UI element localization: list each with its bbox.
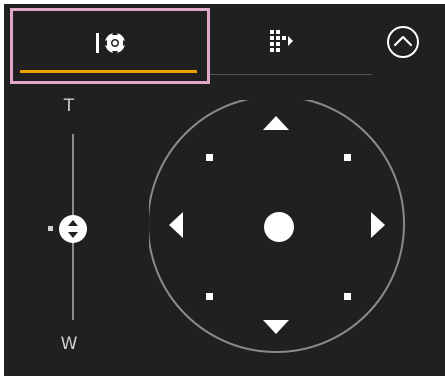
- center-dot-icon[interactable]: [264, 212, 294, 242]
- down-right-icon[interactable]: [344, 293, 351, 300]
- zoom-tele-label: T: [63, 96, 75, 116]
- down-left-icon[interactable]: [206, 293, 213, 300]
- zoom-slider-handle[interactable]: [57, 213, 89, 245]
- up-left-icon[interactable]: [206, 154, 213, 161]
- zoom-wide-label: W: [60, 334, 78, 354]
- active-tab-indicator: [20, 70, 197, 73]
- pan-tilt-joystick[interactable]: [147, 95, 411, 362]
- ptz-control-panel: T W: [4, 4, 445, 376]
- inactive-tab-underline: [210, 74, 372, 75]
- tab-pan-tilt[interactable]: [10, 8, 210, 84]
- zoom-handle-icon: [59, 215, 87, 243]
- grid-arrow-icon: [262, 22, 302, 62]
- tab-preset[interactable]: [210, 8, 372, 78]
- chevron-up-circle-icon: [387, 26, 419, 58]
- zoom-center-tick: [48, 226, 53, 231]
- triangle-up-icon[interactable]: [263, 116, 289, 130]
- collapse-button[interactable]: [385, 24, 421, 60]
- triangle-left-icon[interactable]: [169, 212, 183, 238]
- triangle-right-icon[interactable]: [371, 212, 385, 238]
- up-right-icon[interactable]: [344, 154, 351, 161]
- triangle-down-icon[interactable]: [263, 320, 289, 334]
- pan-tilt-icon: [93, 23, 133, 63]
